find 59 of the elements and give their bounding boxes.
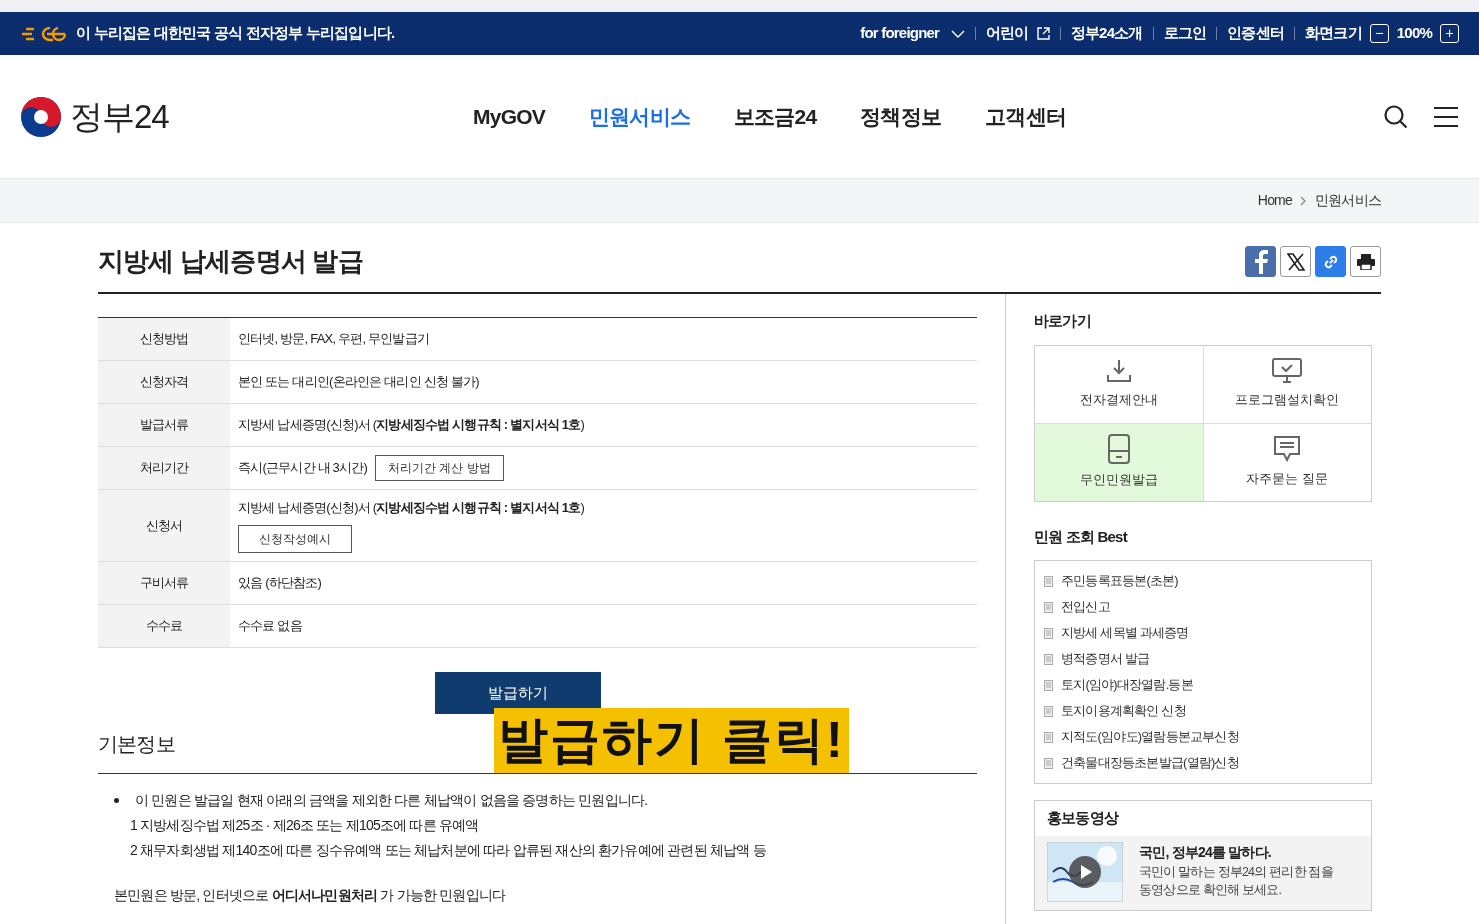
row-label: 구비서류: [98, 561, 230, 605]
row-value: 즉시(근무시간 내 3시간): [238, 459, 367, 478]
row-value: 있음 (하단참조): [238, 575, 322, 591]
row-label: 신청방법: [98, 317, 230, 361]
breadcrumb-link[interactable]: Home: [1257, 190, 1292, 211]
nav-link[interactable]: 민원서비스: [588, 100, 690, 133]
zoom-in-button[interactable]: +: [1440, 24, 1459, 43]
section-heading: 바로가기: [1034, 311, 1092, 331]
video-title[interactable]: 국민, 정부24를 말하다.: [1139, 841, 1333, 863]
best-list-link[interactable]: 지방세 세목별 과세증명: [1061, 620, 1189, 646]
nav-link[interactable]: 보조금24: [733, 100, 817, 133]
section-heading: 민원 조회 Best: [1034, 526, 1129, 547]
row-value: 수수료 없음: [238, 618, 302, 634]
page-title: 지방세 납세증명서 발급: [98, 245, 363, 278]
best-list-link[interactable]: 건축물대장등초본발급(열람)신청: [1061, 750, 1239, 776]
list-item-text: 1 지방세징수법 제25조 · 제26조 또는 제105조에 따른 유예액: [130, 816, 480, 835]
breadcrumb-link[interactable]: 민원서비스: [1315, 190, 1381, 211]
row-label: 처리기간: [98, 446, 230, 490]
quick-link-tile[interactable]: 전자결제안내: [1035, 345, 1203, 423]
description-text: 이 민원은 발급일 현재 아래의 금액을 제외한 다른 체납액이 없음을 증명하는 민원입니다.: [135, 791, 648, 810]
section-heading: 홍보동영상: [1046, 808, 1120, 828]
nav-link[interactable]: 정책정보: [860, 100, 942, 133]
note-text: 본민원은 방문, 인터넷으로 어디서나민원처리 가 가능한 민원입니다: [114, 887, 506, 903]
logo-text[interactable]: 정부24: [70, 91, 169, 142]
video-description: 국민이 말하는 정부24의 편리한 점을 동영상으로 확인해 보세요.: [1139, 863, 1333, 900]
row-label: 발급서류: [98, 403, 230, 447]
top-link[interactable]: 어린이: [986, 22, 1029, 45]
zoom-label: 화면크기: [1305, 23, 1362, 44]
top-link[interactable]: 정부24소개: [1070, 22, 1143, 45]
zoom-value: 100%: [1396, 23, 1432, 44]
row-value: 인터넷, 방문, FAX, 우편, 무인발급기: [238, 331, 430, 347]
nav-link[interactable]: 고객센터: [985, 100, 1066, 133]
best-list-link[interactable]: 토지이용계획확인 신청: [1061, 698, 1186, 724]
quick-link-tile[interactable]: 무인민원발급: [1035, 423, 1203, 501]
method-button[interactable]: 처리기간 계산 방법: [374, 455, 504, 481]
row-value: 본인 또는 대리인(온라인은 대리인 신청 불가): [238, 374, 479, 390]
best-list-link[interactable]: 주민등록표등본(초본): [1061, 568, 1178, 594]
quick-link-tile[interactable]: 자주묻는 질문: [1203, 423, 1371, 501]
top-link[interactable]: for foreigner: [860, 22, 940, 45]
best-list-link[interactable]: 전입신고: [1061, 594, 1110, 620]
best-list-link[interactable]: 토지(임야)대장열람.등본: [1061, 672, 1193, 698]
best-list-link[interactable]: 병적증명서 발급: [1061, 646, 1150, 672]
row-label: 신청자격: [98, 360, 230, 404]
row-value: 지방세 납세증명(신청)서 (지방세징수법 시행규칙 : 별지서식 1호): [238, 499, 584, 515]
row-label: 수수료: [98, 604, 230, 648]
row-value: 지방세 납세증명(신청)서 (지방세징수법 시행규칙 : 별지서식 1호): [238, 417, 584, 433]
quick-link-tile[interactable]: 프로그램설치확인: [1203, 345, 1371, 423]
callout-text: 발급하기 클릭!: [494, 708, 849, 773]
nav-link[interactable]: MyGOV: [473, 100, 545, 133]
row-label: 신청서: [98, 489, 230, 562]
section-heading: 기본정보: [98, 731, 175, 757]
top-link[interactable]: 인증센터: [1227, 22, 1284, 45]
banner-text: 이 누리집은 대한민국 공식 전자정부 누리집입니다.: [76, 23, 395, 44]
best-list-link[interactable]: 지적도(임야도)열람등본교부신청: [1061, 724, 1239, 750]
zoom-out-button[interactable]: −: [1369, 24, 1389, 43]
list-item-text: 2 채무자회생법 제140조에 따른 징수유예액 또는 체납처분에 따라 압류된 재산의 환가유예에 관련된 체납액 등: [130, 841, 767, 860]
issue-button[interactable]: 발급하기: [434, 672, 601, 714]
top-link[interactable]: 로그인: [1163, 22, 1207, 45]
example-button[interactable]: 신청작성예시: [238, 525, 352, 554]
